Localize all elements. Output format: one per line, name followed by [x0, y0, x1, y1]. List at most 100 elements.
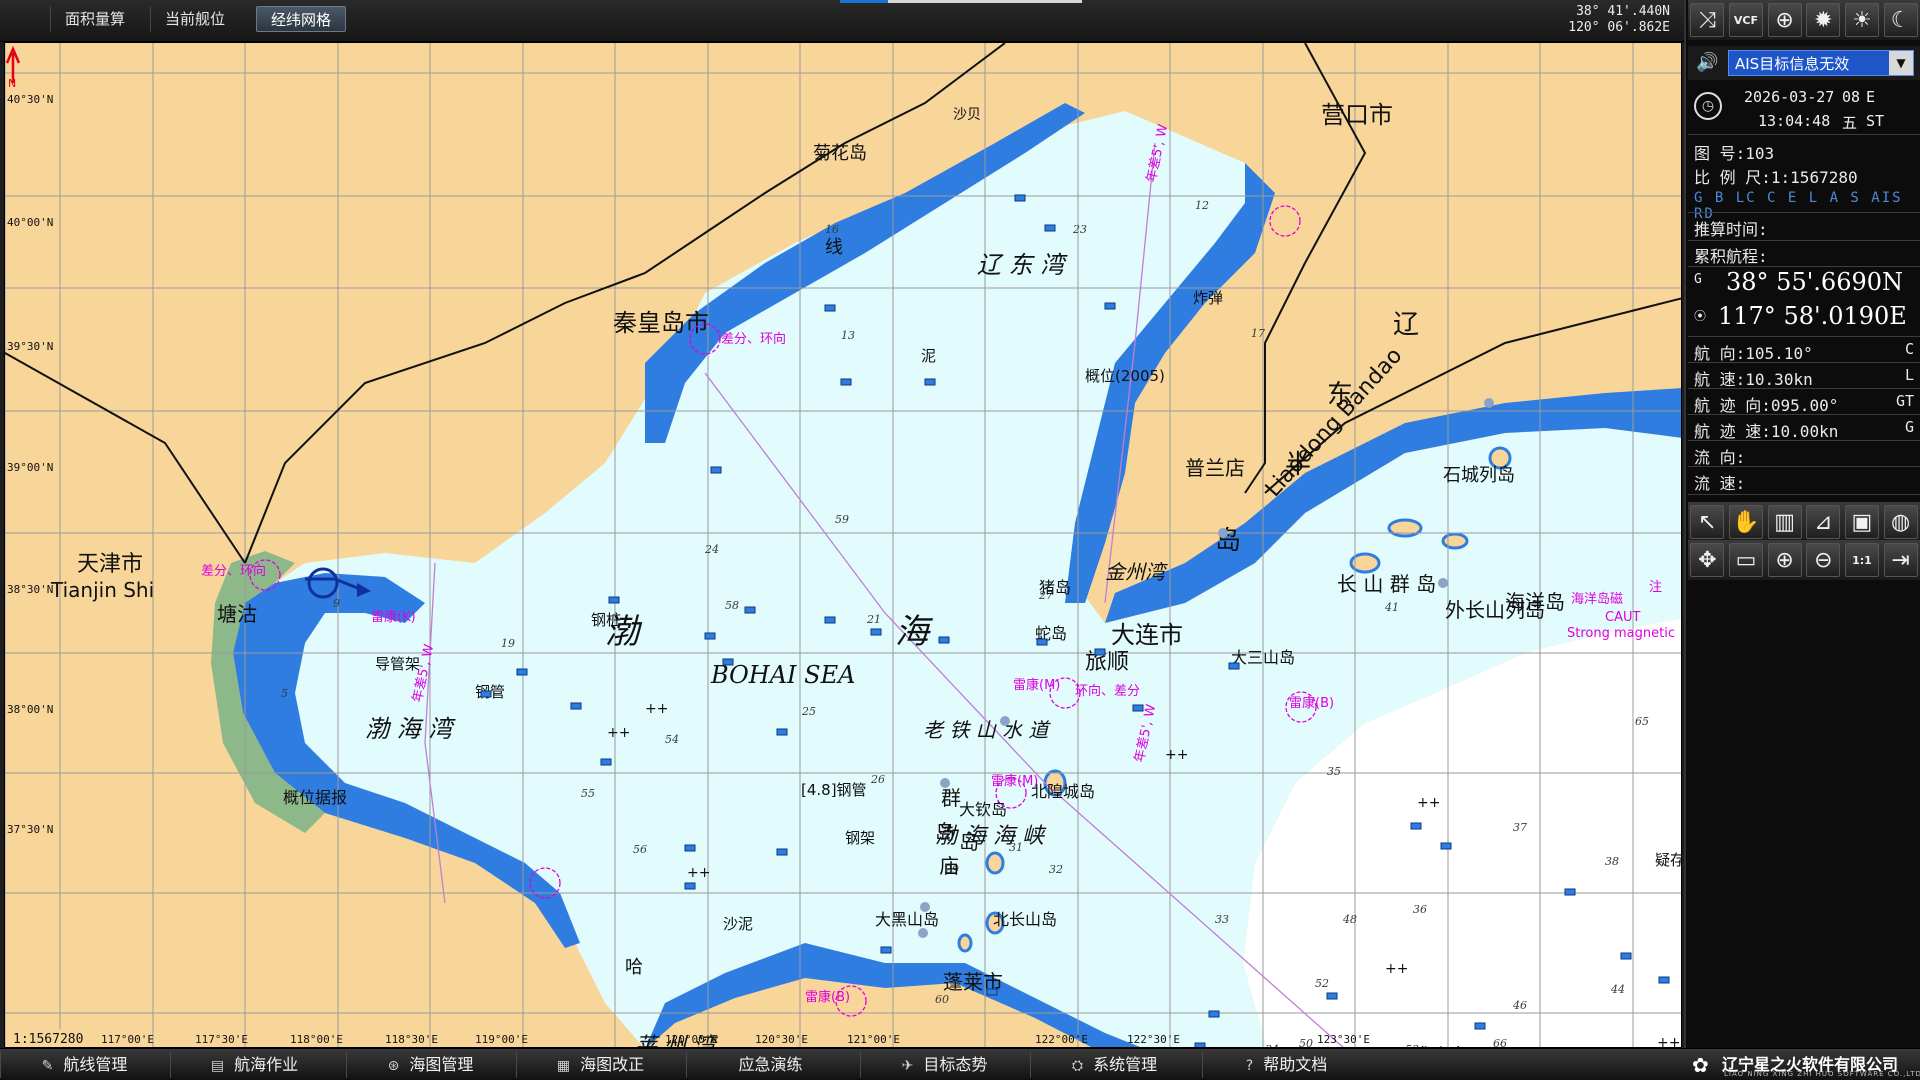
clock-row: ◷ 2026-03-27 08 E 13:04:48 五 ST [1688, 82, 1920, 134]
tab-area-measure[interactable]: 面积量算 [50, 6, 139, 32]
chart-correction-icon: ▦ [556, 1058, 571, 1074]
sounding-label: 35 [1327, 765, 1341, 778]
longitude-label: 120°00'E [665, 1033, 718, 1046]
platform-symbol [870, 628, 882, 636]
platform-symbol [710, 466, 722, 474]
chart-info-icon[interactable]: ▣ [1844, 505, 1879, 539]
zoom-in-icon[interactable]: ⊕ [1767, 543, 1802, 577]
navaid-label: 注 [1649, 580, 1662, 595]
chevron-down-icon[interactable]: ▼ [1889, 51, 1913, 75]
sounding-label: 32 [1049, 863, 1063, 876]
platform-symbol [824, 616, 836, 624]
scale-label: 比 例 尺: [1694, 168, 1771, 187]
sounding-label: 24 [704, 543, 719, 556]
route-management-icon: ✎ [41, 1058, 54, 1074]
wreck-symbol: ++ [687, 865, 710, 881]
place-label: 概位(2005) [1085, 367, 1165, 385]
scale-1to1-icon[interactable]: 1:1 [1844, 543, 1879, 577]
place-label: 猪岛 [1039, 578, 1071, 597]
vcf-icon[interactable]: VCF [1728, 3, 1763, 37]
longitude-label: 123°30'E [1317, 1033, 1370, 1046]
navaid-label: 海洋岛磁 [1571, 591, 1623, 607]
menu-label: 帮助文档 [1263, 1055, 1328, 1074]
sounding-label: 52 [1315, 977, 1329, 990]
company-logo-icon: ✿ [1692, 1053, 1709, 1077]
ebl-icon[interactable]: ⊿ [1806, 505, 1841, 539]
radar-overlay-icon[interactable]: ◍ [1883, 505, 1918, 539]
chart-canvas[interactable]: 9519242527231217161321262931333432353637… [5, 43, 1682, 1048]
route-management-button[interactable]: ✎ 航线管理 [0, 1052, 168, 1078]
target-situation-button[interactable]: ✈ 目标态势 [860, 1052, 1028, 1078]
toolbar-row-middle: ↖ ✋ ▥ ⊿ ▣ ◍ [1688, 502, 1920, 542]
measure-ruler-icon[interactable]: ▥ [1767, 505, 1802, 539]
platform-symbol [1014, 194, 1026, 202]
top-toolbar: 面积量算 当前舰位 经纬网格 38° 41'.440N 120° 06'.862… [0, 0, 1684, 42]
cursor-longitude: 120° 06'.862E [1568, 20, 1670, 35]
latitude-labels: 40°30'N 40°00'N 39°30'N 39°00'N 38°30'N 38°00… [7, 93, 53, 836]
help-docs-button[interactable]: ? 帮助文档 [1202, 1052, 1370, 1078]
ais-status-select[interactable]: AIS目标信息无效 ▼ [1728, 50, 1914, 76]
system-management-button[interactable]: ⛭ 系统管理 [1030, 1052, 1198, 1078]
place-label: 钢架 [845, 829, 875, 847]
navaid-label: CAUT [1605, 610, 1640, 625]
platform-symbol [684, 882, 696, 890]
own-ship-longitude: 117° 58'.0190E [1718, 302, 1907, 330]
tab-own-ship-position[interactable]: 当前舰位 [150, 6, 239, 32]
exit-icon[interactable]: ⇥ [1883, 543, 1918, 577]
sounding-label: 9 [333, 597, 340, 610]
heading-value: 105.10° [1745, 344, 1813, 363]
wreck-symbol: ++ [1165, 747, 1188, 763]
query-pointer-icon[interactable]: ↖ [1690, 505, 1725, 539]
move-chart-icon[interactable]: ✥ [1690, 543, 1725, 577]
north-arrow-icon: N [5, 45, 21, 90]
sounding-label: 41 [1384, 601, 1399, 614]
navigation-work-icon: ▤ [210, 1058, 225, 1074]
menu-label: 系统管理 [1093, 1055, 1158, 1074]
latitude-label: 38°00'N [7, 703, 53, 716]
place-label: 庙 [939, 854, 959, 878]
tab-lat-lon-grid[interactable]: 经纬网格 [256, 6, 347, 32]
menu-label: 应急演练 [738, 1055, 803, 1074]
menu-label: 目标态势 [923, 1055, 988, 1074]
night-mode-icon[interactable]: ☾ [1883, 3, 1918, 37]
clock-timezone: 08 [1842, 88, 1861, 106]
chart-correction-button[interactable]: ▦ 海图改正 [516, 1052, 684, 1078]
waypoint-icon[interactable]: ⤨ [1690, 3, 1725, 37]
sounding-label: 37 [1513, 821, 1527, 834]
buoy-symbol [940, 778, 950, 788]
crosshair-globe-icon[interactable]: ⊕ [1767, 3, 1802, 37]
place-label: 营口市 [1321, 101, 1393, 129]
sog-flag: G [1904, 418, 1914, 436]
place-label: 半 [1285, 450, 1311, 480]
platform-symbol [722, 658, 734, 666]
sounding-label: 12 [1195, 199, 1209, 212]
platform-symbol [744, 606, 756, 614]
platform-symbol [776, 728, 788, 736]
sounding-label: 65 [1635, 715, 1649, 728]
emergency-drill-button[interactable]: 应急演练 [686, 1052, 854, 1078]
latitude-label: 39°30'N [7, 340, 53, 353]
nautical-chart[interactable]: 9519242527231217161321262931333432353637… [4, 42, 1682, 1048]
platform-symbol [924, 378, 936, 386]
navigation-work-button[interactable]: ▤ 航海作业 [170, 1052, 338, 1078]
longitude-label: 117°00'E [101, 1033, 154, 1046]
brightness-day-icon[interactable]: ✹ [1806, 3, 1841, 37]
scale-readout: 1:1567280 [13, 1032, 83, 1047]
platform-symbol [1208, 1010, 1220, 1018]
place-label: 海 [895, 612, 934, 652]
place-label: 普兰店 [1185, 456, 1245, 480]
sounding-label: 21 [866, 613, 881, 626]
pan-hand-icon[interactable]: ✋ [1728, 505, 1763, 539]
place-label: 大三山岛 [1231, 648, 1295, 667]
longitude-label: 121°00'E [847, 1033, 900, 1046]
brightness-dusk-icon[interactable]: ☀ [1844, 3, 1879, 37]
chart-management-icon: ⊛ [387, 1058, 400, 1074]
position-source-label: G [1694, 272, 1702, 287]
zoom-out-icon[interactable]: ⊖ [1806, 543, 1841, 577]
sounding-label: 33 [1215, 913, 1229, 926]
place-label: 天津市 [77, 552, 143, 577]
chart-management-button[interactable]: ⊛ 海图管理 [346, 1052, 514, 1078]
ship-center-icon[interactable]: ▭ [1728, 543, 1763, 577]
speaker-icon[interactable]: 🔊 [1696, 52, 1722, 74]
longitude-label: 119°00'E [475, 1033, 528, 1046]
